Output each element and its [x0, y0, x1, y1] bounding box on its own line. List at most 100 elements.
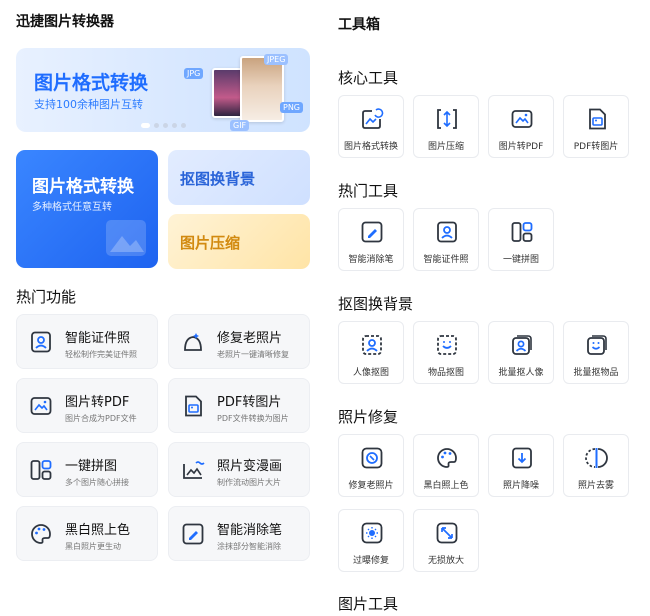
hot-functions-title: 热门功能: [16, 288, 77, 306]
tool-batch-object[interactable]: 批量抠物品: [563, 321, 629, 384]
tool-collage[interactable]: 一键拼图: [488, 208, 554, 271]
promo-banner[interactable]: 图片格式转换 支持100余种图片互转 JPG PNG JPEG GIF: [16, 48, 310, 132]
id-photo-icon: [31, 331, 51, 353]
image-watermark-icon: [106, 220, 146, 256]
feature-collage[interactable]: 一键拼图 多个图片随心拼接: [16, 442, 158, 497]
tool-label: 一键拼图: [502, 255, 539, 265]
tool-colorize[interactable]: 黑白照上色: [413, 434, 479, 497]
upscale-icon: [436, 522, 458, 544]
tool-label: 人像抠图: [352, 368, 389, 378]
feature-name: 智能消除笔: [217, 523, 283, 538]
feature-name: 黑白照上色: [65, 523, 131, 538]
tool-label: 物品抠图: [427, 368, 464, 378]
banner-pagination[interactable]: [141, 123, 186, 128]
feature-id-photo[interactable]: 智能证件照 轻松制作完美证件照: [16, 314, 158, 369]
feature-desc: 多个图片随心拼接: [65, 478, 129, 487]
restore-icon: [361, 447, 383, 469]
colorize-icon: [437, 448, 457, 468]
format-convert-card[interactable]: 图片格式转换 多种格式任意互转: [16, 150, 158, 268]
banner-tag-jpg: JPG: [184, 68, 204, 79]
pagination-dot[interactable]: [163, 123, 168, 128]
tool-label: PDF转图片: [573, 142, 619, 152]
object-cutout-icon: [437, 335, 457, 355]
card-title: 图片格式转换: [32, 177, 134, 197]
overexposure-icon: [361, 522, 383, 544]
tool-label: 批量抠物品: [573, 368, 619, 378]
feature-name: 照片变漫画: [217, 459, 283, 474]
banner-subtitle: 支持100余种图片互转: [34, 98, 143, 111]
tool-portrait-cutout[interactable]: 人像抠图: [338, 321, 404, 384]
eraser-pen-icon: [361, 221, 383, 243]
image-to-pdf-icon: [30, 397, 52, 415]
portrait-cutout-icon: [362, 335, 382, 355]
tool-id-photo[interactable]: 智能证件照: [413, 208, 479, 271]
image-to-pdf-icon: [511, 110, 533, 128]
batch-portrait-icon: [512, 335, 532, 355]
bg-remove-card[interactable]: 抠图换背景: [168, 150, 310, 205]
feature-desc: 老照片一键清晰修复: [217, 350, 289, 359]
tool-label: 智能证件照: [423, 255, 469, 265]
card-title: 抠图换背景: [180, 170, 256, 188]
pdf-to-image-icon: [589, 108, 606, 130]
convert-icon: [362, 108, 384, 129]
tool-restore[interactable]: 修复老照片: [338, 434, 404, 497]
section-title-core: 核心工具: [338, 69, 399, 87]
card-subtitle: 多种格式任意互转: [32, 202, 112, 213]
tool-denoise[interactable]: 照片降噪: [488, 434, 554, 497]
pagination-dot[interactable]: [154, 123, 159, 128]
banner-tag-gif: GIF: [230, 120, 250, 131]
section-title-photo-repair: 照片修复: [338, 408, 399, 426]
tool-format-convert[interactable]: 图片格式转换: [338, 95, 404, 158]
tool-eraser-pen[interactable]: 智能消除笔: [338, 208, 404, 271]
tool-label: 修复老照片: [348, 481, 394, 491]
tool-object-cutout[interactable]: 物品抠图: [413, 321, 479, 384]
section-title-image-tools: 图片工具: [338, 595, 399, 613]
dehaze-icon: [585, 448, 608, 468]
feature-name: 智能证件照: [65, 331, 131, 346]
feature-eraser-pen[interactable]: 智能消除笔 涂抹部分智能消除: [168, 506, 310, 561]
banner-tag-jpeg: JPEG: [264, 54, 289, 65]
tool-overexposure[interactable]: 过曝修复: [338, 509, 404, 572]
pagination-dot[interactable]: [172, 123, 177, 128]
feature-pdf-to-image[interactable]: PDF转图片 PDF文件转换为图片: [168, 378, 310, 433]
feature-image-to-pdf[interactable]: 图片转PDF 图片合成为PDF文件: [16, 378, 158, 433]
feature-restore[interactable]: 修复老照片 老照片一键清晰修复: [168, 314, 310, 369]
tool-label: 智能消除笔: [348, 255, 394, 265]
feature-name: 修复老照片: [217, 331, 283, 346]
compress-icon: [437, 109, 457, 129]
tool-batch-portrait[interactable]: 批量抠人像: [488, 321, 554, 384]
compress-card[interactable]: 图片压缩: [168, 214, 310, 269]
feature-name: PDF转图片: [217, 395, 282, 410]
feature-cartoon[interactable]: 照片变漫画 制作流动图片大片: [168, 442, 310, 497]
tool-dehaze[interactable]: 照片去雾: [563, 434, 629, 497]
feature-desc: 涂抹部分智能消除: [217, 542, 281, 551]
cartoon-icon: [183, 461, 205, 479]
feature-name: 图片转PDF: [65, 395, 130, 410]
feature-colorize[interactable]: 黑白照上色 黑白照片更生动: [16, 506, 158, 561]
pagination-dot[interactable]: [141, 123, 150, 128]
banner-tag-png: PNG: [280, 102, 304, 113]
feature-desc: 黑白照片更生动: [65, 542, 121, 551]
tool-label: 图片转PDF: [498, 142, 544, 152]
id-photo-icon: [437, 221, 457, 243]
app-title: 迅捷图片转换器: [16, 14, 114, 30]
feature-desc: 轻松制作完美证件照: [65, 350, 137, 359]
banner-title: 图片格式转换: [34, 72, 149, 94]
colorize-icon: [31, 524, 51, 544]
tool-upscale[interactable]: 无损放大: [413, 509, 479, 572]
tool-label: 黑白照上色: [423, 481, 469, 491]
tool-compress[interactable]: 图片压缩: [413, 95, 479, 158]
denoise-icon: [512, 447, 532, 469]
tool-pdf-to-image[interactable]: PDF转图片: [563, 95, 629, 158]
collage-icon: [30, 460, 52, 480]
card-title: 图片压缩: [180, 234, 241, 252]
tool-label: 批量抠人像: [498, 368, 544, 378]
tool-label: 图片格式转换: [343, 142, 398, 152]
batch-object-icon: [587, 335, 607, 355]
feature-desc: 制作流动图片大片: [217, 478, 281, 487]
tool-image-to-pdf[interactable]: 图片转PDF: [488, 95, 554, 158]
tool-label: 图片压缩: [427, 142, 464, 152]
pdf-to-image-icon: [185, 395, 202, 417]
feature-desc: PDF文件转换为图片: [217, 414, 289, 423]
pagination-dot[interactable]: [181, 123, 186, 128]
